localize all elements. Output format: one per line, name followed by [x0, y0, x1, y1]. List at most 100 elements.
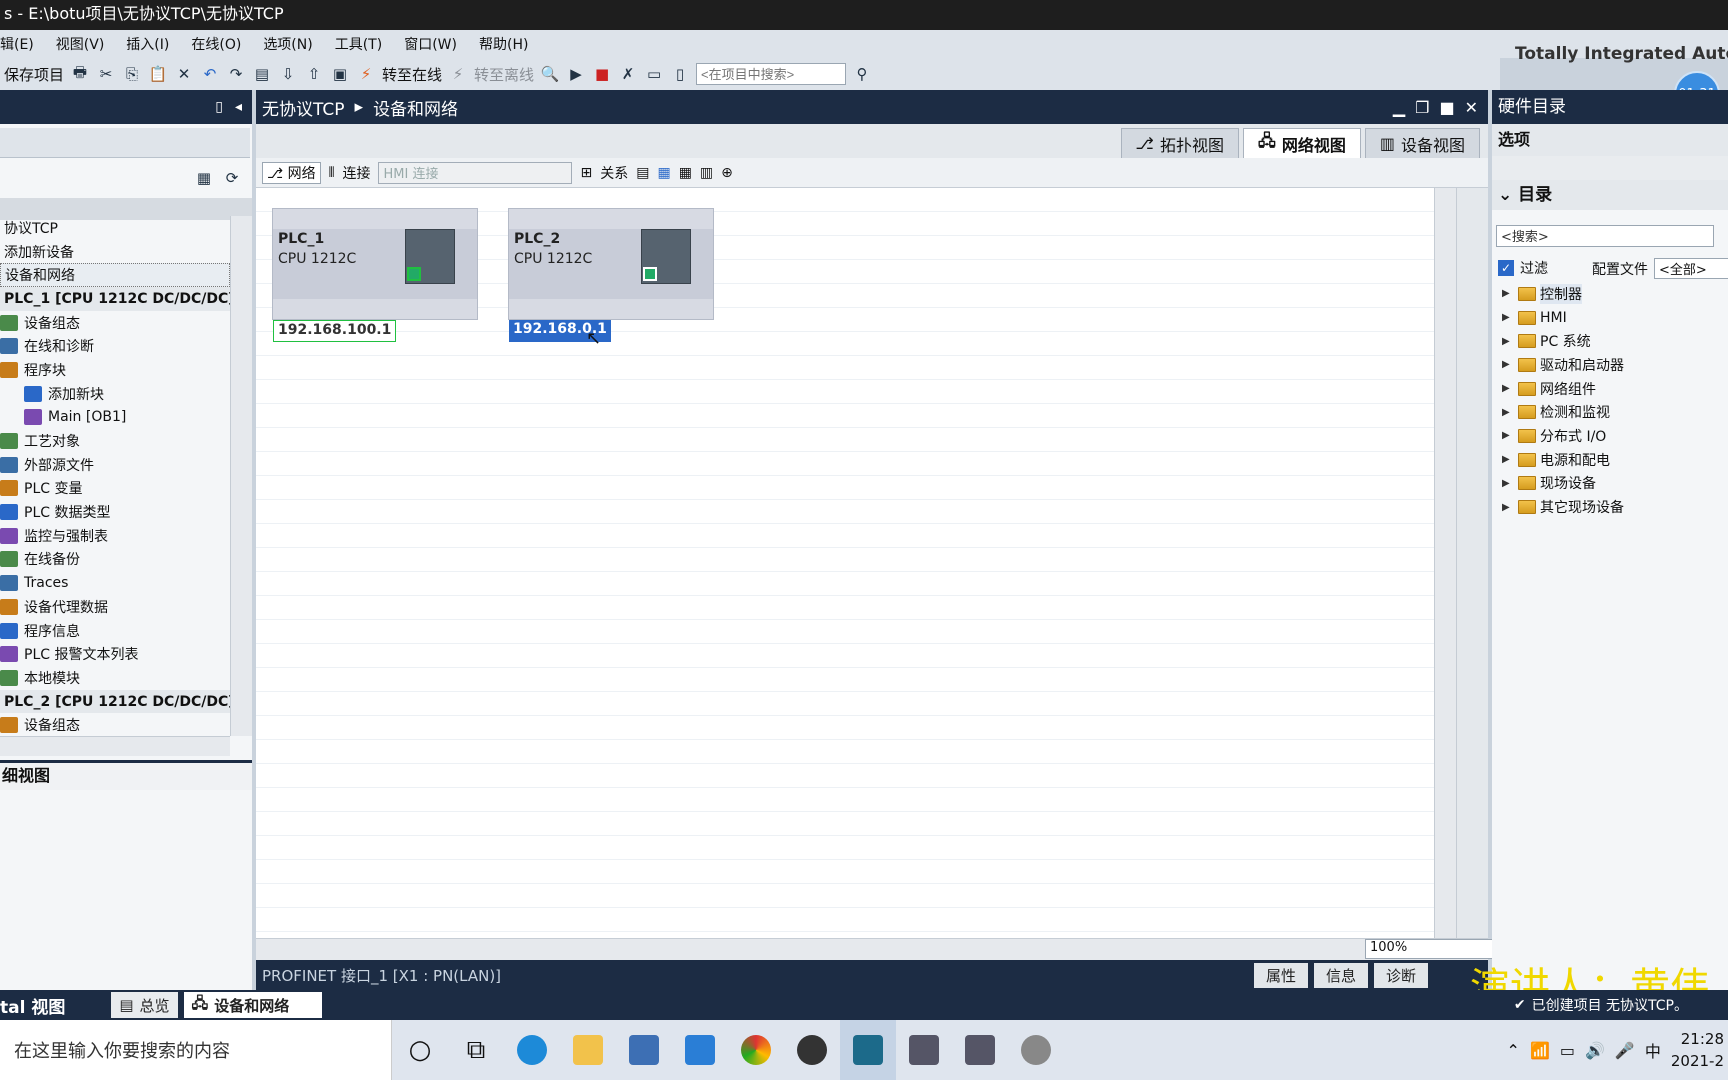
profinet-port-icon[interactable] — [643, 267, 657, 281]
tab-diagnostics[interactable]: 诊断 — [1373, 962, 1428, 988]
app-icon-1[interactable] — [896, 1020, 952, 1080]
breadcrumb-project[interactable]: 无协议TCP — [262, 95, 345, 120]
paste-icon[interactable]: 📋 — [148, 64, 168, 84]
save-project-button[interactable]: 保存项目 — [4, 64, 64, 85]
catalog-section-header[interactable]: ⌄ 目录 — [1492, 180, 1728, 210]
accessible-devices-icon[interactable]: 🔍 — [540, 64, 560, 84]
catalog-item[interactable]: ▶ HMI — [1502, 306, 1722, 330]
grammarly-icon[interactable] — [784, 1020, 840, 1080]
tree-item[interactable]: 监控与强制表 — [0, 524, 230, 548]
upload-icon[interactable]: ⇧ — [304, 64, 324, 84]
tia-portal-icon[interactable] — [840, 1020, 896, 1080]
stop-cpu-icon[interactable]: ■ — [592, 64, 612, 84]
connect-button[interactable]: 连接 — [342, 163, 370, 183]
tree-item[interactable]: PLC_1 [CPU 1212C DC/DC/DC] — [0, 287, 230, 311]
tree-item[interactable]: 在线备份 — [0, 548, 230, 572]
overview-icon[interactable]: ▦ — [194, 168, 214, 188]
store-icon[interactable] — [616, 1020, 672, 1080]
menu-window[interactable]: 窗口(W) — [404, 34, 457, 54]
menu-options[interactable]: 选项(N) — [263, 34, 312, 54]
expand-arrow-icon[interactable]: ▶ — [1502, 407, 1518, 418]
edge-icon[interactable] — [504, 1020, 560, 1080]
profinet-port-icon[interactable] — [407, 267, 421, 281]
maximize-icon[interactable]: ■ — [1439, 98, 1454, 117]
show-names-icon[interactable]: ▤ — [636, 165, 649, 181]
tree-item[interactable]: 添加新设备 — [0, 240, 230, 264]
network-button[interactable]: ⎇ 网络 — [262, 161, 321, 184]
expand-arrow-icon[interactable]: ▶ — [1502, 502, 1518, 513]
network-canvas[interactable]: PLC_1 CPU 1212C 192.168.100.1 PLC_2 CPU … — [256, 188, 1434, 948]
tab-info[interactable]: 信息 — [1313, 962, 1368, 988]
catalog-item[interactable]: ▶ 驱动和启动器 — [1502, 353, 1722, 377]
tree-item[interactable]: Main [OB1] — [0, 406, 230, 430]
tree-item[interactable]: PLC 数据类型 — [0, 500, 230, 524]
collapse-left-icon[interactable]: ◂ — [235, 99, 242, 115]
portal-view-button[interactable]: tal 视图 — [0, 993, 65, 1018]
chevron-up-icon[interactable]: ⌃ — [1507, 1041, 1520, 1060]
tab-properties[interactable]: 属性 — [1253, 962, 1308, 988]
catalog-item[interactable]: ▶ 分布式 I/O — [1502, 424, 1722, 448]
expand-arrow-icon[interactable]: ▶ — [1502, 454, 1518, 465]
tab-topology-view[interactable]: ⎇ 拓扑视图 — [1120, 128, 1239, 158]
expand-arrow-icon[interactable]: ▶ — [1502, 312, 1518, 323]
tree-item[interactable]: 工艺对象 — [0, 429, 230, 453]
tree-item[interactable]: 设备组态 — [0, 713, 230, 736]
catalog-item[interactable]: ▶ 现场设备 — [1502, 472, 1722, 496]
catalog-item[interactable]: ▶ 电源和配电 — [1502, 448, 1722, 472]
split-horizontal-icon[interactable]: ▭ — [644, 64, 664, 84]
go-offline-icon[interactable]: ⚡ — [448, 64, 468, 84]
canvas-horizontal-scrollbar[interactable] — [256, 938, 1488, 960]
taskbar-search-input[interactable]: 在这里输入你要搜索的内容 — [0, 1020, 392, 1080]
menu-view[interactable]: 视图(V) — [56, 34, 105, 54]
split-vertical-icon[interactable]: ▯ — [670, 64, 690, 84]
catalog-options[interactable]: 选项 — [1492, 124, 1728, 156]
chrome-icon[interactable] — [728, 1020, 784, 1080]
tree-item[interactable]: 协议TCP — [0, 216, 230, 240]
tree-item[interactable]: 设备代理数据 — [0, 595, 230, 619]
overview-navigation-icon[interactable]: ▦ — [657, 165, 670, 181]
tab-overview[interactable]: ▤ 总览 — [111, 992, 178, 1018]
tree-item[interactable]: 添加新块 — [0, 382, 230, 406]
table-icon[interactable]: ▥ — [700, 165, 713, 181]
cut-icon[interactable]: ✂ — [96, 64, 116, 84]
catalog-item[interactable]: ▶ 网络组件 — [1502, 377, 1722, 401]
battery-icon[interactable]: ▭ — [1560, 1041, 1575, 1060]
catalog-search-input[interactable]: <搜索> — [1496, 225, 1714, 247]
catalog-item[interactable]: ▶ 其它现场设备 — [1502, 495, 1722, 519]
go-online-button[interactable]: 转至在线 — [382, 64, 442, 85]
tree-item[interactable]: PLC 变量 — [0, 477, 230, 501]
expand-arrow-icon[interactable]: ▶ — [1502, 359, 1518, 370]
detail-view-header[interactable]: 细视图 — [0, 760, 252, 790]
expand-arrow-icon[interactable]: ▶ — [1502, 288, 1518, 299]
clock[interactable]: 21:28 2021-2 — [1671, 1028, 1724, 1072]
pin-icon[interactable]: ▯ — [215, 99, 223, 115]
download-icon[interactable]: ⇩ — [278, 64, 298, 84]
device-plc-1[interactable]: PLC_1 CPU 1212C — [272, 208, 478, 320]
tree-item[interactable]: 本地模块 — [0, 666, 230, 690]
tree-item[interactable]: 外部源文件 — [0, 453, 230, 477]
app-icon-2[interactable] — [952, 1020, 1008, 1080]
tree-item[interactable]: 程序块 — [0, 358, 230, 382]
catalog-item[interactable]: ▶ 控制器 — [1502, 282, 1722, 306]
refresh-icon[interactable]: ⟳ — [222, 168, 242, 188]
redo-icon[interactable]: ↷ — [226, 64, 246, 84]
undo-icon[interactable]: ↶ — [200, 64, 220, 84]
microphone-icon[interactable]: 🎤 — [1615, 1041, 1635, 1060]
tree-item[interactable]: PLC_2 [CPU 1212C DC/DC/DC] — [0, 689, 230, 714]
tab-device-view[interactable]: ▥ 设备视图 — [1364, 128, 1480, 158]
go-online-icon[interactable]: ⚡ — [356, 64, 376, 84]
canvas-vertical-scrollbar[interactable] — [1434, 188, 1456, 960]
copy-icon[interactable]: ⎘ — [122, 64, 142, 84]
tree-item[interactable]: 设备和网络 — [0, 263, 230, 288]
search-go-icon[interactable]: ⚲ — [852, 64, 872, 84]
menu-online[interactable]: 在线(O) — [191, 34, 241, 54]
project-tree-tab[interactable] — [0, 128, 250, 158]
relation-icon[interactable]: ⊞ — [580, 165, 592, 181]
restore-icon[interactable]: ❐ — [1415, 98, 1429, 117]
ip-label-plc-1[interactable]: 192.168.100.1 — [273, 320, 397, 342]
relation-button[interactable]: 关系 — [600, 163, 628, 183]
tree-item[interactable]: Traces — [0, 571, 230, 595]
expand-arrow-icon[interactable]: ▶ — [1502, 430, 1518, 441]
wifi-icon[interactable]: 📶 — [1530, 1041, 1550, 1060]
menu-help[interactable]: 帮助(H) — [479, 34, 528, 54]
